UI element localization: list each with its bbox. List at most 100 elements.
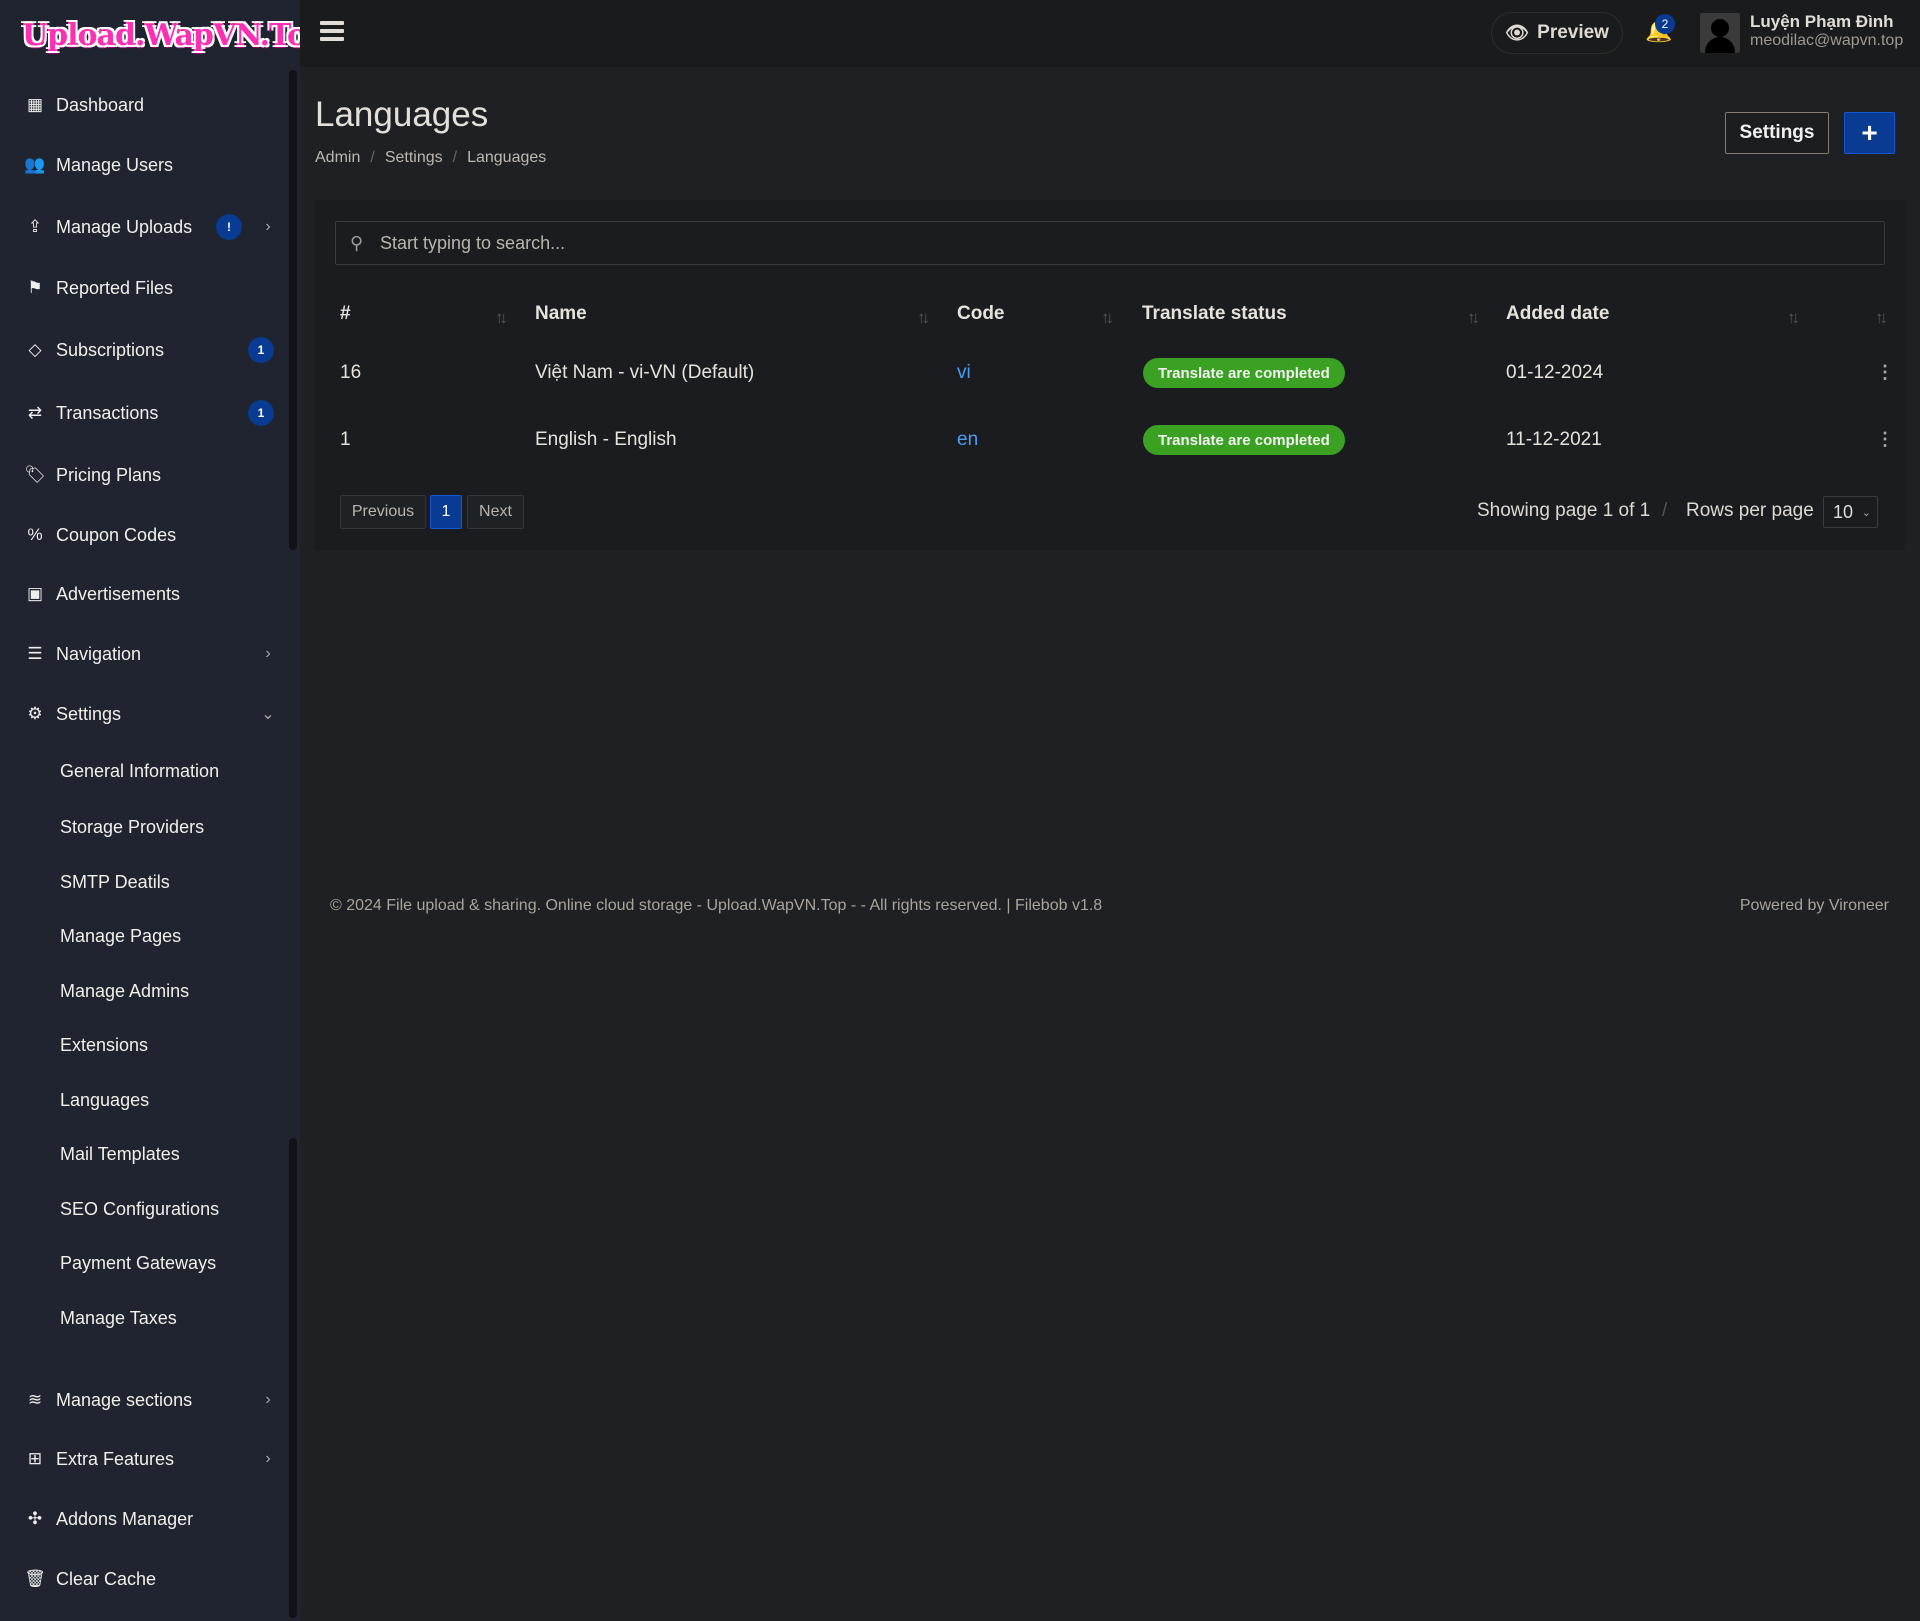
header-name[interactable]: Name xyxy=(535,303,587,325)
sidebar-item-seo-configurations[interactable]: SEO Configurations xyxy=(0,1187,290,1231)
users-icon: 👥 xyxy=(24,155,46,174)
sidebar-item-navigation[interactable]: ☰ Navigation › xyxy=(0,632,290,676)
sidebar-item-general-information[interactable]: General Information xyxy=(0,749,290,793)
sidebar-item-label: Coupon Codes xyxy=(56,524,177,545)
sidebar-item-label: Manage Taxes xyxy=(60,1307,177,1328)
sidebar-scrollbar-lower[interactable] xyxy=(289,1138,297,1618)
trash-icon: 🗑 xyxy=(24,1569,46,1588)
sidebar: Upload.WapVN.Top ▦ Dashboard 👥 Manage Users… xyxy=(0,0,327,1621)
footer-powered[interactable]: Powered by Vironeer xyxy=(1740,897,1889,915)
exchange-icon: ⇄ xyxy=(27,403,43,422)
sidebar-item-coupon-codes[interactable]: % Coupon Codes xyxy=(0,513,290,557)
sidebar-item-label: SEO Configurations xyxy=(60,1198,220,1219)
sidebar-item-settings[interactable]: ⚙ Settings ⌄ xyxy=(0,692,290,736)
sidebar-item-addons-manager[interactable]: ✣ Addons Manager xyxy=(0,1497,290,1541)
sidebar-item-extensions[interactable]: Extensions xyxy=(0,1023,290,1067)
sidebar-item-label: Manage Pages xyxy=(60,925,182,946)
cell-id: 1 xyxy=(340,429,351,450)
sidebar-item-transactions[interactable]: ⇄ Transactions 1 xyxy=(0,391,290,435)
cell-id: 16 xyxy=(340,362,362,383)
sidebar-item-extra-features[interactable]: ⊞ Extra Features › xyxy=(0,1437,290,1481)
chevron-icon: › xyxy=(265,645,271,662)
logo[interactable]: Upload.WapVN.Top xyxy=(22,18,327,58)
sort-icon[interactable]: ↑↓ xyxy=(1101,308,1114,328)
sidebar-item-reported-files[interactable]: ⚑ Reported Files xyxy=(0,266,290,310)
search-icon: ⚲ xyxy=(350,232,364,253)
sort-icon[interactable]: ↑↓ xyxy=(1787,308,1800,328)
menu-toggle-icon[interactable] xyxy=(320,21,344,41)
breadcrumb-admin[interactable]: Admin xyxy=(315,149,360,167)
sidebar-item-payment-gateways[interactable]: Payment Gateways xyxy=(0,1241,290,1285)
sidebar-item-clear-cache[interactable]: 🗑 Clear Cache xyxy=(0,1557,290,1601)
sidebar-item-label: Addons Manager xyxy=(56,1508,194,1529)
sidebar-scrollbar[interactable] xyxy=(289,70,297,550)
breadcrumb-settings[interactable]: Settings xyxy=(385,149,443,167)
page-1-button[interactable]: 1 xyxy=(430,495,462,529)
languages-card: ⚲ # Name Code Translate status Added dat… xyxy=(315,200,1905,550)
breadcrumb-current: Languages xyxy=(467,149,547,166)
cell-name: English - English xyxy=(535,429,677,450)
footer-copyright: © 2024 File upload & sharing. Online clo… xyxy=(330,897,1103,914)
cell-date: 11-12-2021 xyxy=(1506,429,1602,450)
sidebar-item-label: Dashboard xyxy=(56,94,145,115)
more-options-icon[interactable]: ⋮ xyxy=(1876,362,1894,383)
status-badge: Translate are completed xyxy=(1143,425,1345,455)
ad-icon: ▣ xyxy=(26,584,44,603)
header-translate-status[interactable]: Translate status xyxy=(1142,303,1287,325)
sidebar-item-manage-sections[interactable]: ≋ Manage sections › xyxy=(0,1378,290,1422)
page-title: Languages xyxy=(315,95,489,134)
avatar[interactable] xyxy=(1700,13,1740,53)
sidebar-item-subscriptions[interactable]: ◇ Subscriptions 1 xyxy=(0,328,290,372)
sidebar-item-smtp-deatils[interactable]: SMTP Deatils xyxy=(0,860,290,904)
sidebar-badge: 1 xyxy=(248,400,274,426)
previous-button[interactable]: Previous xyxy=(340,495,426,529)
header-id[interactable]: # xyxy=(340,303,351,325)
sidebar-item-label: Manage Admins xyxy=(60,980,190,1001)
sidebar-item-mail-templates[interactable]: Mail Templates xyxy=(0,1132,290,1176)
sidebar-badge: 1 xyxy=(248,337,274,363)
more-options-icon[interactable]: ⋮ xyxy=(1876,429,1894,450)
percent-icon: % xyxy=(27,525,43,544)
sidebar-item-manage-uploads[interactable]: ⇪ Manage Uploads! › xyxy=(0,205,290,249)
sort-icon[interactable]: ↑↓ xyxy=(1875,308,1888,328)
bell-icon[interactable]: 🔔2 xyxy=(1645,14,1675,44)
sidebar-item-storage-providers[interactable]: Storage Providers xyxy=(0,805,290,849)
plus-square-icon: ⊞ xyxy=(27,1449,43,1468)
rows-per-page-select[interactable]: 10 ⌄ xyxy=(1823,496,1878,528)
chevron-icon: › xyxy=(265,218,271,235)
upload-icon: ⇪ xyxy=(27,217,43,236)
flag-icon: ⚑ xyxy=(27,278,43,297)
sidebar-item-dashboard[interactable]: ▦ Dashboard xyxy=(0,83,290,127)
search-input[interactable] xyxy=(380,232,1884,254)
sidebar-item-label: Payment Gateways xyxy=(60,1252,217,1273)
status-badge: Translate are completed xyxy=(1143,358,1345,388)
header-added-date[interactable]: Added date xyxy=(1506,303,1609,325)
sidebar-item-manage-users[interactable]: 👥 Manage Users xyxy=(0,143,290,187)
cell-code[interactable]: vi xyxy=(957,362,971,384)
next-button[interactable]: Next xyxy=(467,495,524,529)
page-info: Showing page 1 of 1 xyxy=(1477,500,1651,521)
sidebar-item-advertisements[interactable]: ▣ Advertisements xyxy=(0,572,290,616)
sidebar-item-label: Mail Templates xyxy=(60,1143,180,1164)
add-language-button[interactable]: + xyxy=(1844,112,1895,154)
tags-icon: 🏷 xyxy=(24,465,46,484)
user-name[interactable]: Luyện Phạm Đình xyxy=(1750,12,1894,32)
breadcrumb: Admin / Settings / Languages xyxy=(315,149,547,167)
sidebar-item-label: Storage Providers xyxy=(60,816,205,837)
cell-code[interactable]: en xyxy=(957,429,978,451)
search-box: ⚲ xyxy=(335,221,1885,265)
sidebar-item-manage-admins[interactable]: Manage Admins xyxy=(0,969,290,1013)
settings-button[interactable]: Settings xyxy=(1725,112,1829,154)
sort-icon[interactable]: ↑↓ xyxy=(1467,308,1480,328)
sidebar-item-label: Manage Uploads xyxy=(56,216,193,237)
sidebar-item-manage-pages[interactable]: Manage Pages xyxy=(0,914,290,958)
sort-icon[interactable]: ↑↓ xyxy=(917,308,930,328)
sidebar-item-manage-taxes[interactable]: Manage Taxes xyxy=(0,1296,290,1340)
preview-button[interactable]: 👁 Preview xyxy=(1491,12,1623,54)
sidebar-item-label: Subscriptions xyxy=(56,339,165,360)
sidebar-item-languages[interactable]: Languages xyxy=(0,1078,290,1122)
sidebar-item-label: Settings xyxy=(56,703,122,724)
sidebar-item-pricing-plans[interactable]: 🏷 Pricing Plans xyxy=(0,453,290,497)
header-code[interactable]: Code xyxy=(957,303,1005,325)
sort-icon[interactable]: ↑↓ xyxy=(495,308,508,328)
